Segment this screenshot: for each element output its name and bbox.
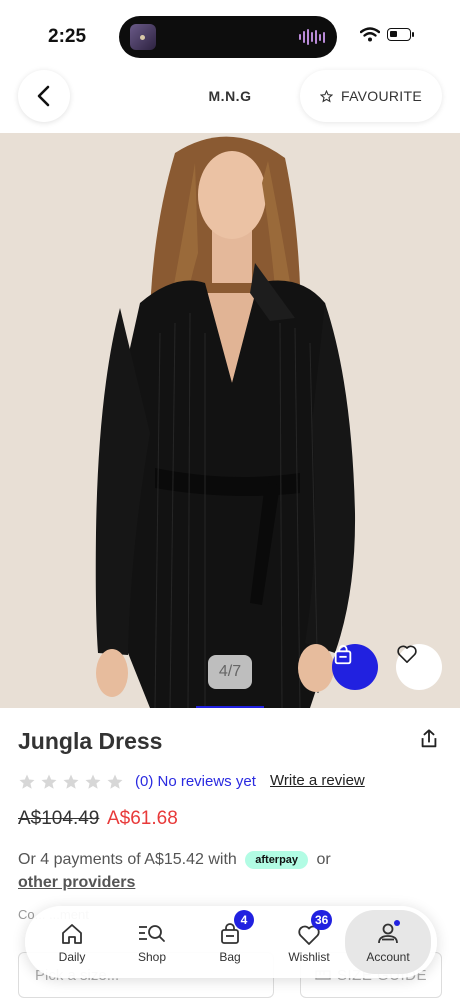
installments-text: Or 4 payments of A$15.42 with [18,851,237,869]
status-time: 2:25 [48,26,87,47]
wifi-icon [360,27,380,42]
heart-icon [397,645,417,663]
tab-wishlist[interactable]: 36 Wishlist [270,906,348,978]
product-header: M.N.G FAVOURITE [0,70,460,132]
installments-suffix: or [316,851,331,869]
add-to-bag-button[interactable] [332,644,378,690]
notification-dot [394,920,400,926]
star-outline-icon [319,89,333,102]
rating-stars [18,773,124,791]
add-to-wishlist-button[interactable] [396,644,442,690]
bag-count-badge: 4 [234,910,254,930]
search-list-icon [139,925,165,942]
afterpay-logo[interactable]: afterpay [245,851,309,869]
status-bar: 2:25 [0,0,460,74]
audio-wave-icon [299,29,325,45]
product-photo [0,133,460,708]
star-icon [107,774,123,789]
sale-price: A$61.68 [107,808,178,829]
tab-shop-label: Shop [137,950,167,964]
tab-shop[interactable]: Shop [113,906,191,978]
tab-daily-label: Daily [58,950,86,964]
star-icon [63,774,79,789]
star-icon [85,774,101,789]
share-icon[interactable] [418,728,440,750]
tab-bag[interactable]: 4 Bag [191,906,269,978]
tab-bag-label: Bag [219,950,241,964]
wishlist-count-badge: 36 [311,910,333,930]
shopping-bag-icon [334,644,352,665]
star-icon [41,774,57,789]
other-providers-link[interactable]: other providers [18,874,135,892]
tab-wishlist-label: Wishlist [288,950,330,964]
star-icon [19,774,35,789]
now-playing-artwork [130,24,156,50]
tab-daily[interactable]: Daily [33,906,111,978]
gallery-position-indicator [196,706,264,708]
write-review-link[interactable]: Write a review [270,772,365,789]
tab-account-label: Account [366,950,410,964]
installments-info: Or 4 payments of A$15.42 with afterpay o… [18,851,331,869]
reviews-link[interactable]: (0) No reviews yet [135,773,256,790]
favourite-button[interactable]: FAVOURITE [300,70,442,122]
bottom-tab-bar: Daily Shop 4 Bag 36 Wishlist Account [25,906,437,978]
image-counter: 4/7 [208,655,252,689]
dynamic-island [119,16,337,58]
battery-icon [387,28,414,41]
original-price: A$104.49 [18,808,100,829]
favourite-label: FAVOURITE [340,88,422,104]
home-icon [62,924,82,944]
tab-account[interactable]: Account [345,910,431,974]
product-title: Jungla Dress [18,728,163,754]
product-image-gallery[interactable]: 4/7 [0,133,460,708]
